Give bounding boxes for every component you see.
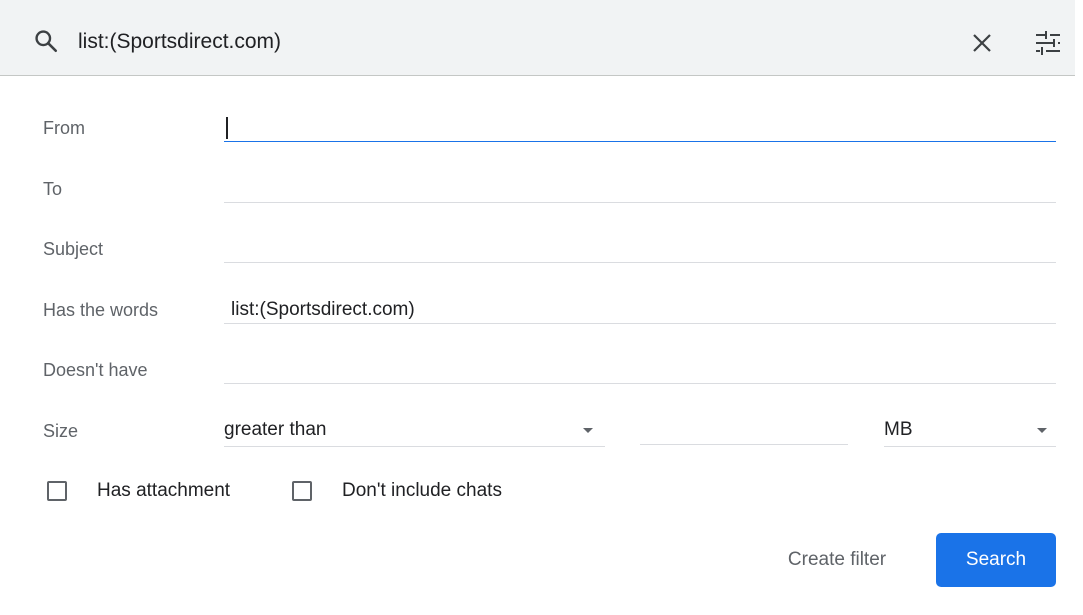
size-value-field[interactable] <box>640 417 848 445</box>
dropdown-arrow-icon <box>583 428 593 433</box>
subject-field[interactable] <box>224 235 1056 263</box>
search-bar: list:(Sportsdirect.com) <box>0 0 1075 76</box>
search-button[interactable]: Search <box>936 533 1056 587</box>
create-filter-button[interactable]: Create filter <box>762 534 912 586</box>
dropdown-arrow-icon <box>1037 428 1047 433</box>
size-unit-select[interactable]: MB <box>884 417 1056 447</box>
has-words-field[interactable] <box>224 296 1056 324</box>
size-comparator-select[interactable]: greater than <box>224 417 605 447</box>
from-label: From <box>43 118 85 138</box>
doesnt-have-label: Doesn't have <box>43 360 148 380</box>
has-attachment-label[interactable]: Has attachment <box>97 479 230 503</box>
close-icon[interactable] <box>971 32 993 54</box>
tune-icon[interactable] <box>1034 30 1062 56</box>
size-label: Size <box>43 421 79 441</box>
size-unit-value: MB <box>884 419 913 440</box>
size-comparator-value: greater than <box>224 419 327 440</box>
search-query[interactable]: list:(Sportsdirect.com) <box>78 28 281 56</box>
has-attachment-checkbox[interactable] <box>47 481 67 501</box>
exclude-chats-checkbox[interactable] <box>292 481 312 501</box>
subject-label: Subject <box>43 239 104 259</box>
doesnt-have-field[interactable] <box>224 356 1056 384</box>
has-words-label: Has the words <box>43 300 159 320</box>
to-label: To <box>43 179 63 199</box>
to-field[interactable] <box>224 175 1056 203</box>
search-icon[interactable] <box>33 28 59 54</box>
from-field[interactable] <box>224 114 1056 142</box>
exclude-chats-label[interactable]: Don't include chats <box>342 479 502 503</box>
text-cursor <box>226 117 228 139</box>
